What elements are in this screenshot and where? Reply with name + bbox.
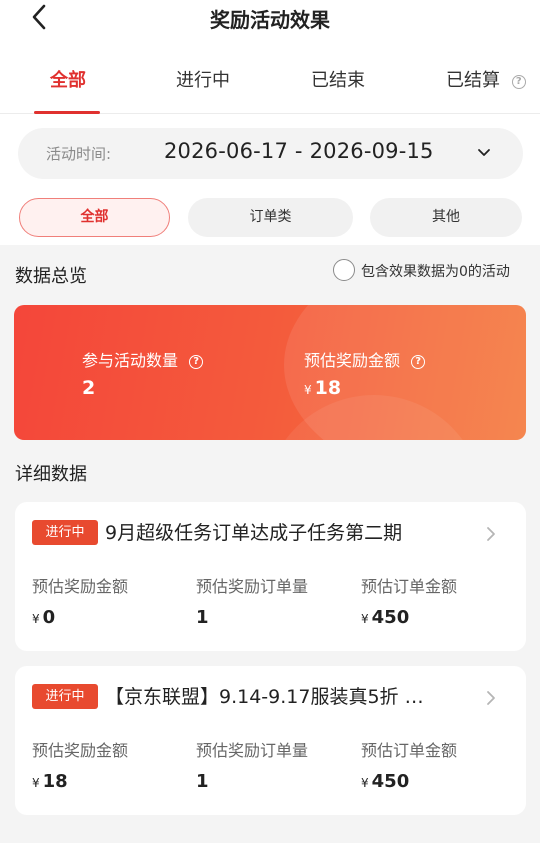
metric-label: 预估奖励订单量 — [196, 577, 309, 596]
overview-title: 数据总览 — [15, 266, 87, 287]
metric-label: 参与活动数量 ? — [82, 347, 204, 371]
activity-count-value: 2 — [82, 377, 96, 399]
details-title: 详细数据 — [15, 464, 87, 485]
metric-label: 预估奖励订单量 — [196, 741, 309, 760]
metric-value: ¥0 — [32, 607, 56, 628]
tab-in-progress[interactable]: 进行中 — [176, 66, 230, 92]
filter-order-type[interactable]: 订单类 — [188, 198, 353, 237]
top-panel: 奖励活动效果 全部 进行中 已结束 已结算 ? 活动时间: 2026-06-17… — [0, 0, 540, 245]
activity-title: 【京东联盟】9.14-9.17服装真5折 … — [105, 686, 424, 708]
activity-title: 9月超级任务订单达成子任务第二期 — [105, 522, 403, 544]
metric-label: 预估订单金额 — [361, 741, 458, 760]
question-circle-icon[interactable]: ? — [511, 75, 526, 89]
status-tabs: 全部 进行中 已结束 已结算 ? — [0, 58, 540, 114]
filter-all[interactable]: 全部 — [19, 198, 170, 237]
chevron-right-icon[interactable] — [483, 524, 499, 544]
metric-value: ¥450 — [361, 771, 410, 792]
status-badge: 进行中 — [32, 520, 98, 545]
date-range-selector[interactable]: 活动时间: 2026-06-17 - 2026-09-15 — [18, 128, 523, 179]
nav-bar: 奖励活动效果 — [0, 0, 540, 36]
chevron-down-icon — [478, 149, 490, 156]
metric-label: 预估订单金额 — [361, 577, 458, 596]
page-title: 奖励活动效果 — [210, 8, 330, 32]
metric-label: 预估奖励金额 ? — [304, 347, 426, 371]
summary-card: 参与活动数量 ? 2 预估奖励金额 ? ¥18 — [14, 305, 526, 440]
metric-value: ¥18 — [32, 771, 68, 792]
metric-label: 预估奖励金额 — [32, 577, 129, 596]
tab-ended[interactable]: 已结束 — [311, 66, 365, 92]
chevron-right-icon[interactable] — [483, 688, 499, 708]
activity-card[interactable]: 进行中 【京东联盟】9.14-9.17服装真5折 … 预估奖励金额 预估奖励订单… — [15, 666, 526, 815]
include-zero-label: 包含效果数据为0的活动 — [361, 264, 510, 280]
question-circle-icon[interactable]: ? — [189, 355, 204, 369]
date-range-label: 活动时间: — [46, 145, 112, 163]
filter-other[interactable]: 其他 — [370, 198, 522, 237]
metric-label: 预估奖励金额 — [32, 741, 129, 760]
metric-value: 1 — [196, 771, 209, 792]
question-circle-icon[interactable]: ? — [411, 355, 426, 369]
metric-value: 1 — [196, 607, 209, 628]
activity-card[interactable]: 进行中 9月超级任务订单达成子任务第二期 预估奖励金额 预估奖励订单量 预估订单… — [15, 502, 526, 651]
reward-amount-value: ¥18 — [304, 377, 342, 399]
status-badge: 进行中 — [32, 684, 98, 709]
tab-settled[interactable]: 已结算 ? — [446, 66, 526, 92]
active-tab-indicator — [34, 111, 100, 114]
tab-all[interactable]: 全部 — [50, 66, 86, 92]
radio-unchecked-icon[interactable] — [333, 259, 355, 281]
date-range-value: 2026-06-17 - 2026-09-15 — [164, 139, 434, 163]
metric-value: ¥450 — [361, 607, 410, 628]
